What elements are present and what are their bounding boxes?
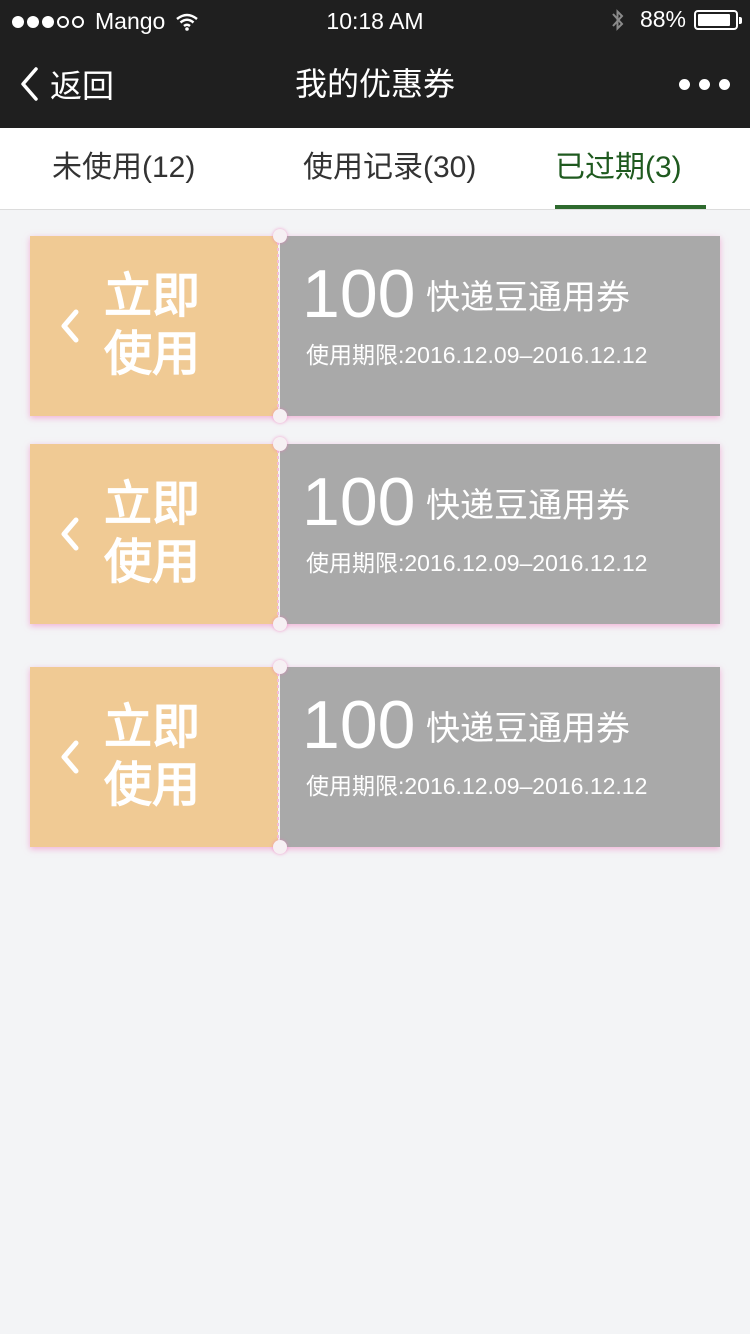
- use-now-label-line1: 立即: [104, 270, 201, 323]
- more-dot-icon: [719, 78, 730, 90]
- use-now-label-line2: 使用: [104, 759, 201, 812]
- coupon-amount: 100: [302, 464, 416, 540]
- coupon-card: 立即 使用 100 快递豆通用券 使用期限:2016.12.09–2016.12…: [30, 660, 720, 854]
- use-now-label-line2: 使用: [104, 536, 201, 589]
- battery-percent: 88%: [639, 6, 686, 32]
- chevron-left-icon: [61, 517, 79, 551]
- use-now-label-line1: 立即: [104, 478, 201, 531]
- coupon-amount: 100: [302, 687, 416, 763]
- coupon-validity: 使用期限:2016.12.09–2016.12.12: [306, 773, 648, 799]
- coupon-body: 100 快递豆通用券 使用期限:2016.12.09–2016.12.12: [280, 444, 720, 624]
- coupon-notch: [273, 437, 287, 451]
- coupon-title: 快递豆通用券: [426, 487, 630, 525]
- use-now-label-line1: 立即: [104, 701, 201, 754]
- coupon-title: 快递豆通用券: [426, 710, 630, 748]
- use-now-button[interactable]: 立即 使用: [30, 236, 278, 416]
- coupon-validity: 使用期限:2016.12.09–2016.12.12: [306, 550, 648, 576]
- page-title: 我的优惠券: [294, 66, 455, 102]
- bluetooth-icon: [612, 8, 624, 31]
- tab-unused[interactable]: 未使用(12): [52, 128, 195, 209]
- use-now-button[interactable]: 立即 使用: [30, 667, 278, 847]
- battery-icon: [694, 9, 742, 30]
- coupon-notch: [273, 229, 287, 243]
- tab-expired[interactable]: 已过期(3): [555, 128, 706, 209]
- coupon-card: 立即 使用 100 快递豆通用券 使用期限:2016.12.09–2016.12…: [30, 229, 720, 423]
- battery-level-fill: [698, 13, 730, 26]
- status-bar: Mango 10:18 AM 88%: [0, 0, 750, 40]
- use-now-button[interactable]: 立即 使用: [30, 444, 278, 624]
- chevron-left-icon: [61, 740, 79, 774]
- use-now-label-line2: 使用: [104, 328, 201, 381]
- navigation-bar: 返回 我的优惠券: [0, 40, 750, 128]
- coupon-notch: [273, 617, 287, 631]
- coupon-validity: 使用期限:2016.12.09–2016.12.12: [306, 342, 648, 368]
- more-options-button[interactable]: [670, 40, 730, 128]
- coupon-amount: 100: [302, 256, 416, 332]
- coupon-title: 快递豆通用券: [426, 279, 630, 317]
- coupon-notch: [273, 660, 287, 674]
- coupon-notch: [273, 840, 287, 854]
- coupon-card: 立即 使用 100 快递豆通用券 使用期限:2016.12.09–2016.12…: [30, 437, 720, 631]
- coupon-body: 100 快递豆通用券 使用期限:2016.12.09–2016.12.12: [280, 667, 720, 847]
- more-dot-icon: [699, 78, 710, 90]
- tab-bar: 未使用(12) 使用记录(30) 已过期(3): [0, 128, 750, 210]
- more-dot-icon: [679, 78, 690, 90]
- chevron-left-icon: [61, 309, 79, 343]
- coupon-notch: [273, 409, 287, 423]
- tab-usage-history[interactable]: 使用记录(30): [303, 128, 476, 209]
- coupon-body: 100 快递豆通用券 使用期限:2016.12.09–2016.12.12: [280, 236, 720, 416]
